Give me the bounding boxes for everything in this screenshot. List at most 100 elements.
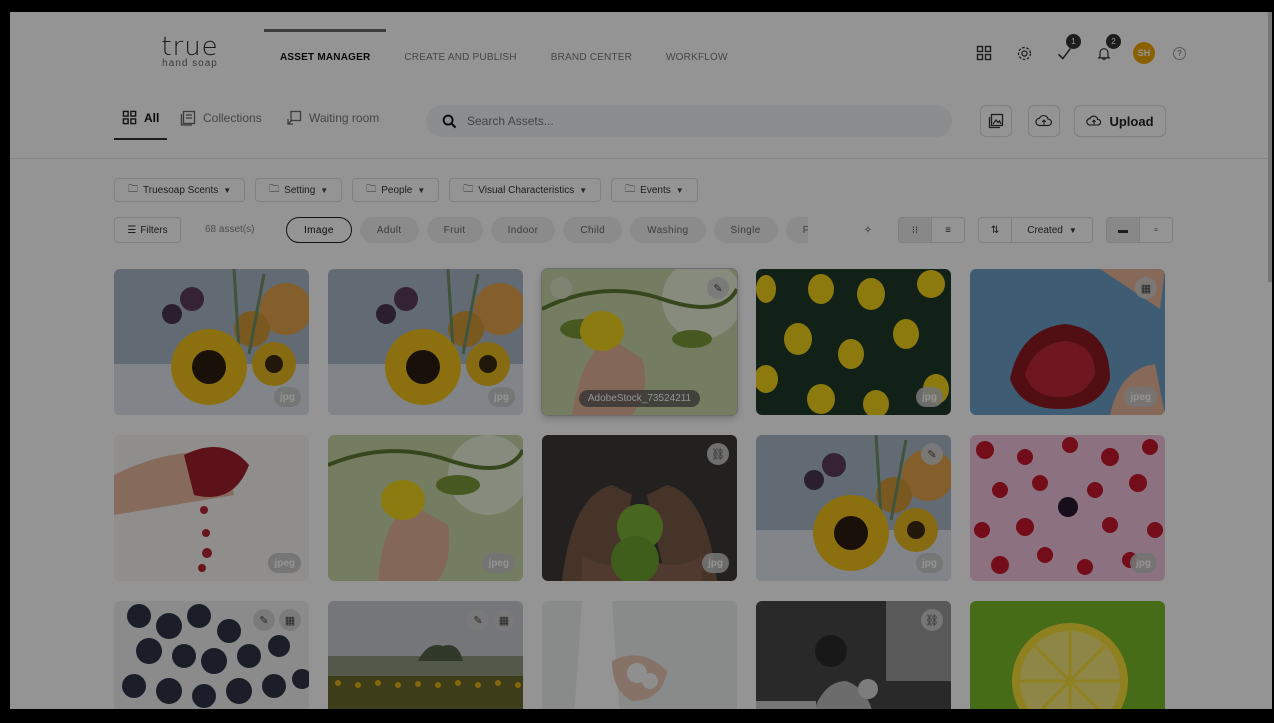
thumbnail-lemon-slice	[970, 601, 1165, 709]
small-thumbnail-button[interactable]: ▫	[1139, 217, 1173, 243]
nav-create-and-publish[interactable]: CREATE AND PUBLISH	[404, 52, 516, 63]
asset-card-selected[interactable]: ✎ AdobeStock_73524211	[542, 269, 737, 415]
filters-button[interactable]: ☰ Filters	[114, 217, 181, 243]
asset-card[interactable]: jpg	[328, 269, 523, 415]
tasks-badge: 1	[1066, 34, 1081, 49]
asset-card[interactable]: ⛓ jpg	[542, 435, 737, 581]
filter-lines-icon: ☰	[127, 224, 137, 236]
large-thumbnail-button[interactable]: ▬	[1106, 217, 1140, 243]
filename-text: AdobeStock_73524211	[578, 390, 701, 407]
list-view-icon: ≡	[945, 224, 951, 236]
filter-bar: ☰ Filters 68 asset(s) Image Adult Fruit …	[114, 217, 1173, 243]
grid-icon	[122, 110, 137, 125]
brand-word: true	[161, 32, 219, 62]
tab-all[interactable]: All	[113, 110, 168, 140]
calendar-icon[interactable]: ▦	[493, 609, 515, 631]
header-actions: 1 2 SH ?	[973, 34, 1186, 64]
tab-waiting-room[interactable]: Waiting room	[286, 110, 379, 126]
file-type-badge: jpg	[916, 553, 943, 573]
asset-card[interactable]: jpeg	[114, 435, 309, 581]
sort-label: Created	[1027, 224, 1063, 236]
file-type-badge: jpg	[274, 387, 301, 407]
image-library-button[interactable]	[980, 105, 1012, 137]
bell-icon[interactable]: 2	[1093, 34, 1121, 64]
sort-select[interactable]: Created ▼	[1011, 217, 1093, 243]
asset-card[interactable]: ▦ jpeg	[970, 269, 1165, 415]
asset-card[interactable]: ✎ ▦	[328, 601, 523, 709]
asset-grid: jpg jpg ✎ AdobeStock_73524211 jpg ▦ jpeg…	[114, 269, 1165, 709]
gear-icon[interactable]	[1013, 42, 1035, 64]
chip-washing[interactable]: Washing	[630, 217, 706, 243]
link-icon[interactable]: ⛓	[921, 609, 943, 631]
nav-asset-manager[interactable]: ASSET MANAGER	[263, 29, 387, 63]
facet-truesoap-scents[interactable]: 🗀 Truesoap Scents ▼	[114, 178, 246, 202]
link-icon[interactable]: ⛓	[707, 443, 729, 465]
nav-brand-center[interactable]: BRAND CENTER	[551, 52, 632, 63]
edit-card-icon[interactable]: ✎	[707, 277, 729, 299]
asset-card[interactable]: ✎ ▦	[114, 601, 309, 709]
grid-view-button[interactable]: ⁝⁝	[898, 217, 932, 243]
vertical-scrollbar[interactable]	[1268, 12, 1272, 282]
facet-events[interactable]: 🗀 Events ▼	[611, 178, 698, 202]
asset-card[interactable]: jpeg	[328, 435, 523, 581]
asset-card[interactable]: ⛓	[756, 601, 951, 709]
chip-image[interactable]: Image	[286, 217, 352, 243]
file-type-badge: jpeg	[1124, 387, 1157, 407]
asset-card[interactable]	[542, 601, 737, 709]
cloud-icon	[1035, 115, 1052, 127]
chip-fa[interactable]: Fa	[785, 217, 808, 243]
avatar[interactable]: SH	[1133, 42, 1155, 64]
file-type-badge: jpg	[916, 387, 943, 407]
chip-fruit[interactable]: Fruit	[426, 217, 483, 243]
folder-icon: 🗀	[269, 183, 280, 195]
file-type-badge: jpeg	[482, 553, 515, 573]
pin-button[interactable]: ✧	[851, 217, 885, 243]
file-type-badge: jpg	[1130, 553, 1157, 573]
sort-arrows-icon: ⇅	[990, 224, 1000, 236]
search-icon[interactable]	[442, 114, 457, 129]
tab-all-label: All	[144, 110, 160, 125]
cloud-sync-button[interactable]	[1028, 105, 1060, 137]
facet-people[interactable]: 🗀 People ▼	[352, 178, 440, 202]
facet-visual-characteristics[interactable]: 🗀 Visual Characteristics ▼	[449, 178, 602, 202]
tag-chips: Image Adult Fruit Indoor Child Washing S…	[286, 217, 808, 243]
chip-single[interactable]: Single	[713, 217, 778, 243]
caret-down-icon: ▼	[417, 185, 426, 195]
edit-card-icon[interactable]: ✎	[467, 609, 489, 631]
chip-child[interactable]: Child	[563, 217, 623, 243]
folder-icon: 🗀	[463, 183, 474, 195]
facet-setting[interactable]: 🗀 Setting ▼	[255, 178, 343, 202]
image-icon: ▬	[1118, 224, 1128, 236]
nav-workflow[interactable]: WORKFLOW	[666, 52, 728, 63]
main-nav: ASSET MANAGER CREATE AND PUBLISH BRAND C…	[263, 29, 762, 63]
asset-card[interactable]: jpg	[114, 269, 309, 415]
chip-adult[interactable]: Adult	[359, 217, 419, 243]
list-view-button[interactable]: ≡	[931, 217, 965, 243]
image-gallery-icon	[988, 113, 1004, 129]
select-checkbox[interactable]	[550, 277, 572, 299]
edit-card-icon[interactable]: ✎	[921, 443, 943, 465]
search-input[interactable]	[467, 114, 887, 128]
help-icon[interactable]: ?	[1173, 46, 1186, 60]
asset-card[interactable]: jpg	[756, 269, 951, 415]
calendar-icon[interactable]: ▦	[279, 609, 301, 631]
caret-down-icon: ▼	[675, 185, 684, 195]
apps-grid-icon[interactable]	[973, 42, 995, 64]
search-bar	[426, 105, 952, 137]
sort-direction-button[interactable]: ⇅	[978, 217, 1012, 243]
tab-collections[interactable]: Collections	[180, 110, 262, 126]
tasks-check-icon[interactable]: 1	[1053, 34, 1081, 64]
filename-label: AdobeStock_73524211	[542, 390, 737, 407]
caret-down-icon: ▼	[223, 185, 232, 195]
toolbar-divider	[10, 158, 1272, 159]
edit-card-icon[interactable]: ✎	[253, 609, 275, 631]
brand-logo[interactable]: true hand soap	[150, 32, 230, 69]
asset-card[interactable]: ✎ jpg	[756, 435, 951, 581]
calendar-icon[interactable]: ▦	[1135, 277, 1157, 299]
asset-card[interactable]: jpg	[970, 435, 1165, 581]
upload-button[interactable]: Upload	[1074, 105, 1166, 137]
file-type-badge: jpg	[702, 553, 729, 573]
asset-card[interactable]	[970, 601, 1165, 709]
chip-indoor[interactable]: Indoor	[490, 217, 556, 243]
facet-bar: 🗀 Truesoap Scents ▼ 🗀 Setting ▼ 🗀 People ▼ 🗀 Vi…	[114, 178, 698, 202]
